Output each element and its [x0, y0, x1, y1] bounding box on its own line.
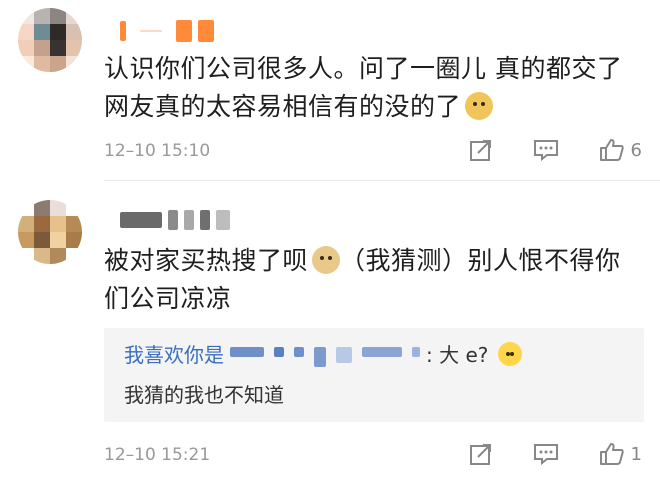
comment-body: 认识你们公司很多人。问了一圈儿 真的都交了 网友真的太容易相信有的没的了	[104, 54, 623, 121]
thinking-emoji	[498, 342, 523, 366]
reply-author-redacted	[230, 346, 420, 367]
share-icon	[469, 444, 491, 465]
avatar[interactable]	[18, 8, 82, 72]
like-button[interactable]: 6	[599, 138, 642, 162]
reply-header: 我喜欢你是 : 大 e?	[124, 340, 523, 370]
like-button[interactable]: 1	[599, 442, 642, 466]
doge-emoji	[312, 246, 341, 274]
comment-button[interactable]	[533, 442, 559, 466]
share-icon	[469, 140, 491, 161]
like-count: 1	[630, 443, 642, 465]
thumbs-up-icon	[599, 443, 624, 465]
reply-body: 我猜的我也不知道	[124, 383, 284, 407]
comment-icon	[533, 444, 558, 466]
divider	[104, 180, 660, 181]
repost-button[interactable]	[469, 442, 493, 466]
thumbs-up-icon	[599, 139, 624, 161]
comment-icon	[533, 140, 558, 162]
comment-text: 被对家买热搜了呗 （我猜测）别人恨不得你们公司凉凉	[104, 242, 644, 318]
comment-body: 被对家买热搜了呗	[104, 246, 309, 275]
doge-emoji	[465, 92, 494, 120]
comment-actions: 6	[469, 138, 642, 162]
username-redacted[interactable]	[120, 20, 214, 42]
comment-text: 认识你们公司很多人。问了一圈儿 真的都交了 网友真的太容易相信有的没的了	[104, 50, 644, 126]
comment-timestamp: 12–10 15:21	[104, 445, 211, 465]
reply-text: : 大 e?	[426, 343, 489, 367]
avatar[interactable]	[18, 200, 82, 264]
reply-box[interactable]: 我喜欢你是 : 大 e? 我猜的我也不知道	[104, 328, 644, 422]
comment-actions: 1	[469, 442, 642, 466]
comment-timestamp: 12–10 15:10	[104, 141, 211, 161]
comment-button[interactable]	[533, 138, 559, 162]
repost-button[interactable]	[469, 138, 493, 162]
like-count: 6	[630, 139, 642, 161]
username-redacted[interactable]	[120, 210, 230, 230]
reply-author-link[interactable]: 我喜欢你是	[124, 343, 224, 367]
